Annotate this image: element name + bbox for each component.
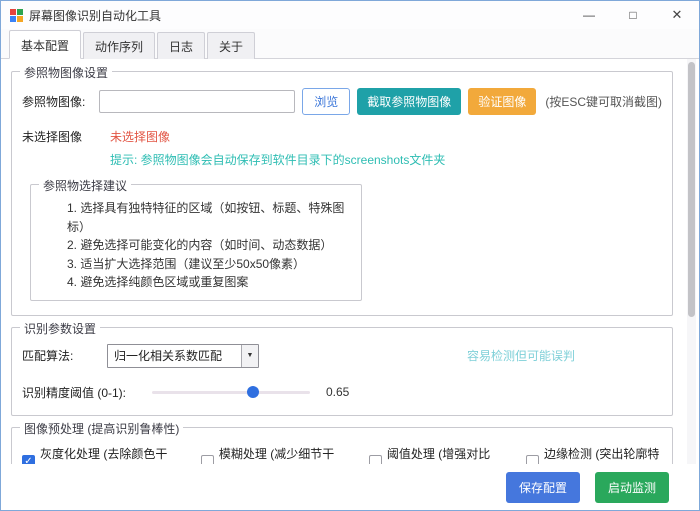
- suggestion-item: 3. 适当扩大选择范围（建议至少50x50像素）: [67, 255, 351, 274]
- scrollbar-thumb[interactable]: [688, 62, 695, 317]
- titlebar: 屏幕图像识别自动化工具 — □ ✕: [1, 1, 699, 29]
- threshold-label: 识别精度阈值 (0-1):: [22, 384, 144, 401]
- checkbox-box: [526, 455, 539, 464]
- content-scrollbar[interactable]: [687, 59, 696, 464]
- group-selection-suggestions: 参照物选择建议 1. 选择具有独特特征的区域（如按钮、标题、特殊图标） 2. 避…: [30, 184, 362, 301]
- footer-bar: 保存配置 启动监测: [1, 464, 699, 510]
- suggestion-list: 1. 选择具有独特特征的区域（如按钮、标题、特殊图标） 2. 避免选择可能变化的…: [41, 199, 351, 292]
- algorithm-hint: 容易检测但可能误判: [467, 347, 575, 364]
- checkbox-grayscale[interactable]: 灰度化处理 (去除颜色干扰): [22, 445, 169, 464]
- checkbox-blur[interactable]: 模糊处理 (减少细节干扰): [201, 445, 337, 464]
- chevron-down-icon[interactable]: ▼: [241, 345, 258, 367]
- image-status-value: 未选择图像: [110, 128, 170, 145]
- tabbar: 基本配置 动作序列 日志 关于: [1, 29, 699, 59]
- threshold-value: 0.65: [326, 385, 349, 399]
- image-status-label: 未选择图像: [22, 128, 110, 145]
- checkbox-box: [201, 455, 214, 464]
- save-config-button[interactable]: 保存配置: [506, 472, 580, 503]
- group-recognition-title: 识别参数设置: [20, 320, 100, 337]
- tab-about[interactable]: 关于: [207, 32, 255, 59]
- algorithm-selected-value: 归一化相关系数匹配: [108, 347, 241, 364]
- tab-action-sequence[interactable]: 动作序列: [83, 32, 155, 59]
- window-title: 屏幕图像识别自动化工具: [29, 7, 161, 24]
- checkbox-edge[interactable]: 边缘检测 (突出轮廓特征): [526, 445, 662, 464]
- algorithm-label: 匹配算法:: [22, 347, 107, 364]
- tab-log[interactable]: 日志: [157, 32, 205, 59]
- app-window: 屏幕图像识别自动化工具 — □ ✕ 基本配置 动作序列 日志 关于 参照物图像设…: [0, 0, 700, 511]
- group-preprocess-title: 图像预处理 (提高识别鲁棒性): [20, 420, 183, 437]
- minimize-button[interactable]: —: [567, 1, 611, 29]
- checkbox-label: 模糊处理 (减少细节干扰): [219, 445, 337, 464]
- auto-save-tip: 提示: 参照物图像会自动保存到软件目录下的screenshots文件夹: [110, 151, 662, 168]
- checkbox-label: 边缘检测 (突出轮廓特征): [544, 445, 662, 464]
- checkbox-box: [22, 455, 35, 464]
- checkbox-label: 灰度化处理 (去除颜色干扰): [40, 445, 169, 464]
- close-button[interactable]: ✕: [655, 1, 699, 29]
- verify-image-button[interactable]: 验证图像: [468, 88, 536, 115]
- suggestion-item: 1. 选择具有独特特征的区域（如按钮、标题、特殊图标）: [67, 199, 351, 236]
- reference-image-input[interactable]: [99, 90, 295, 113]
- esc-cancel-hint: (按ESC键可取消截图): [545, 93, 662, 110]
- group-preprocess: 图像预处理 (提高识别鲁棒性) 灰度化处理 (去除颜色干扰) 模糊处理 (减少细…: [11, 427, 673, 464]
- browse-button[interactable]: 浏览: [302, 88, 350, 115]
- checkbox-label: 阈值处理 (增强对比度): [387, 445, 494, 464]
- checkbox-threshold[interactable]: 阈值处理 (增强对比度): [369, 445, 494, 464]
- start-monitor-button[interactable]: 启动监测: [595, 472, 669, 503]
- reference-image-label: 参照物图像:: [22, 93, 92, 110]
- app-icon: [10, 9, 23, 22]
- threshold-slider[interactable]: [152, 385, 310, 399]
- slider-track: [152, 391, 310, 394]
- capture-reference-button[interactable]: 截取参照物图像: [357, 88, 461, 115]
- group-suggestions-title: 参照物选择建议: [39, 177, 131, 194]
- maximize-button[interactable]: □: [611, 1, 655, 29]
- main-content: 参照物图像设置 参照物图像: 浏览 截取参照物图像 验证图像 (按ESC键可取消…: [1, 59, 699, 464]
- group-reference-settings: 参照物图像设置 参照物图像: 浏览 截取参照物图像 验证图像 (按ESC键可取消…: [11, 71, 673, 316]
- tab-basic-config[interactable]: 基本配置: [9, 30, 81, 59]
- suggestion-item: 4. 避免选择纯颜色区域或重复图案: [67, 273, 351, 292]
- algorithm-select[interactable]: 归一化相关系数匹配 ▼: [107, 344, 259, 368]
- window-controls: — □ ✕: [567, 1, 699, 29]
- group-recognition-params: 识别参数设置 匹配算法: 归一化相关系数匹配 ▼ 容易检测但可能误判 识别精度阈…: [11, 327, 673, 416]
- slider-thumb[interactable]: [247, 386, 259, 398]
- checkbox-box: [369, 455, 382, 464]
- suggestion-item: 2. 避免选择可能变化的内容（如时间、动态数据）: [67, 236, 351, 255]
- group-reference-title: 参照物图像设置: [20, 64, 112, 81]
